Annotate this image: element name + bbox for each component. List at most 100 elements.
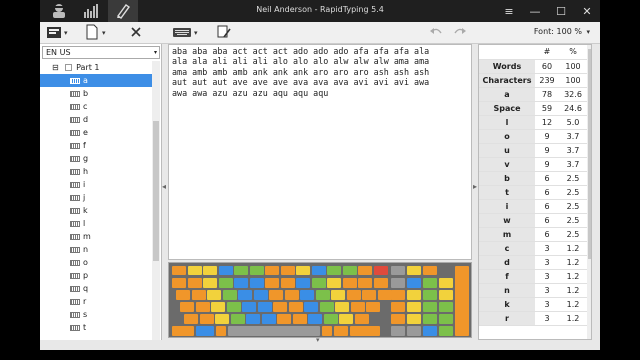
menu-button[interactable]: ≡ (496, 0, 522, 22)
keyboard-layout-button[interactable]: ▾ (172, 25, 198, 41)
text-line: ala ala ali ali ali alo alo alo alw alw … (172, 56, 430, 67)
keyboard-key (391, 278, 405, 288)
stats-label: i (479, 199, 535, 214)
collapse-right-icon[interactable]: ▸ (473, 182, 477, 191)
keyboard-key (273, 302, 287, 312)
redo-button[interactable] (452, 25, 468, 41)
tree-item-lesson[interactable]: n (40, 243, 152, 256)
keyboard-key (439, 326, 453, 336)
stats-percent: 2.5 (559, 171, 587, 186)
keyboard-key (218, 266, 233, 275)
collapse-left-icon[interactable]: ◂ (162, 182, 166, 191)
tree-item-lesson[interactable]: e (40, 126, 152, 139)
font-zoom-label: Font: 100 % (533, 27, 582, 36)
text-line: awa awa azu azu azu aqu aqu aqu (172, 87, 329, 98)
stats-label: w (479, 213, 535, 228)
tree-item-lesson[interactable]: h (40, 165, 152, 178)
tree-item-lesson[interactable]: r (40, 295, 152, 308)
keyboard-key (407, 278, 421, 288)
keyboard-key (203, 266, 217, 275)
edit-text-button[interactable] (216, 25, 232, 41)
keyboard-lesson-icon (70, 129, 80, 136)
keyboard-key (195, 302, 210, 312)
tree-item-lesson[interactable]: f (40, 139, 152, 152)
virtual-keyboard (168, 262, 472, 338)
stats-count: 3 (535, 297, 559, 312)
stats-percent: 1.2 (559, 297, 587, 312)
stats-percent: 1.2 (559, 241, 587, 256)
tree-item-lesson[interactable]: o (40, 256, 152, 269)
tree-item-lesson[interactable]: d (40, 113, 152, 126)
keyboard-key (423, 266, 437, 275)
stats-percent: 100 (559, 59, 587, 74)
tree-item-lesson[interactable]: l (40, 217, 152, 230)
keyboard-key (391, 290, 405, 300)
keyboard-key (191, 290, 206, 300)
keyboard-key (234, 266, 248, 275)
stats-header-row: # % (479, 45, 587, 60)
new-lesson-button[interactable]: ▾ (84, 24, 106, 41)
tree-item-lesson[interactable]: c (40, 100, 152, 113)
tree-item-lesson[interactable]: q (40, 282, 152, 295)
keyboard-lesson-icon (70, 103, 80, 110)
close-button[interactable]: ✕ (574, 0, 600, 22)
tree-item-lesson[interactable]: i (40, 178, 152, 191)
language-select[interactable]: EN US ▾ (42, 46, 160, 59)
tree-item-lesson[interactable]: p (40, 269, 152, 282)
keyboard-key (234, 278, 248, 288)
tree-item-lesson[interactable]: a (40, 74, 152, 87)
stats-percent: 3.7 (559, 143, 587, 158)
tree-item-lesson[interactable]: b (40, 87, 152, 100)
tree-item-lesson[interactable]: s (40, 308, 152, 321)
keyboard-key (350, 326, 380, 336)
tree-item-part[interactable]: ⊟ Part 1 (40, 61, 152, 74)
stats-row: u 9 3.7 (479, 143, 587, 158)
collapse-down-icon[interactable]: ▾ (316, 336, 320, 344)
edit-icon (216, 24, 232, 43)
stats-count: 60 (535, 59, 559, 74)
tree-item-lesson[interactable]: g (40, 152, 152, 165)
keyboard-key (249, 266, 264, 275)
stats-count: 3 (535, 311, 559, 326)
close-icon (128, 24, 144, 43)
minimize-button[interactable]: — (522, 0, 548, 22)
text-line: aba aba aba act act act ado ado ado afa … (172, 46, 430, 56)
stats-label: r (479, 311, 535, 326)
keyboard-key (455, 266, 469, 336)
tree-item-label: i (83, 180, 86, 189)
tree-item-lesson[interactable]: m (40, 230, 152, 243)
keyboard-lesson-icon (70, 142, 80, 149)
stats-table: # % Words 60 100 Characters 239 100 a 78 32.6 Spa… (479, 45, 587, 326)
stats-label: Words (479, 59, 535, 74)
chevron-down-icon: ▾ (153, 49, 157, 56)
scrollbar-thumb[interactable] (588, 49, 591, 259)
delete-button[interactable] (128, 25, 144, 41)
tree-item-lesson[interactable]: k (40, 204, 152, 217)
chevron-down-icon: ▾ (586, 28, 590, 36)
lesson-tree: ⊟ Part 1 abcdefghijklmnopqrst (40, 61, 152, 340)
stats-scrollbar[interactable] (587, 45, 591, 339)
keyboard-key (222, 290, 237, 300)
bottom-splitter[interactable]: ▾ (168, 336, 472, 344)
lesson-text-editor[interactable]: aba aba aba act act act ado ado ado afa … (168, 44, 472, 260)
keyboard-key (335, 302, 349, 312)
keyboard-key (180, 302, 194, 312)
toolbar: ▾ ▾ ▾ Font: 100 % ▾ (40, 22, 600, 44)
maximize-button[interactable]: ☐ (548, 0, 574, 22)
stats-count: 6 (535, 171, 559, 186)
stats-count: 6 (535, 185, 559, 200)
tree-item-label: h (83, 167, 89, 176)
tree-item-lesson[interactable]: j (40, 191, 152, 204)
stats-percent: 1.2 (559, 269, 587, 284)
tree-item-label: n (83, 245, 89, 254)
stats-row: Space 59 24.6 (479, 101, 587, 116)
tree-scrollbar[interactable] (152, 61, 160, 340)
tree-item-lesson[interactable]: t (40, 321, 152, 334)
font-zoom-select[interactable]: Font: 100 % ▾ (534, 27, 590, 36)
course-button[interactable]: ▾ (46, 25, 68, 41)
scrollbar-thumb[interactable] (153, 121, 159, 261)
undo-button[interactable] (428, 25, 444, 41)
tree-item-label: e (83, 128, 88, 137)
collapse-icon[interactable]: ⊟ (52, 61, 60, 74)
stats-label: Characters (479, 73, 535, 88)
